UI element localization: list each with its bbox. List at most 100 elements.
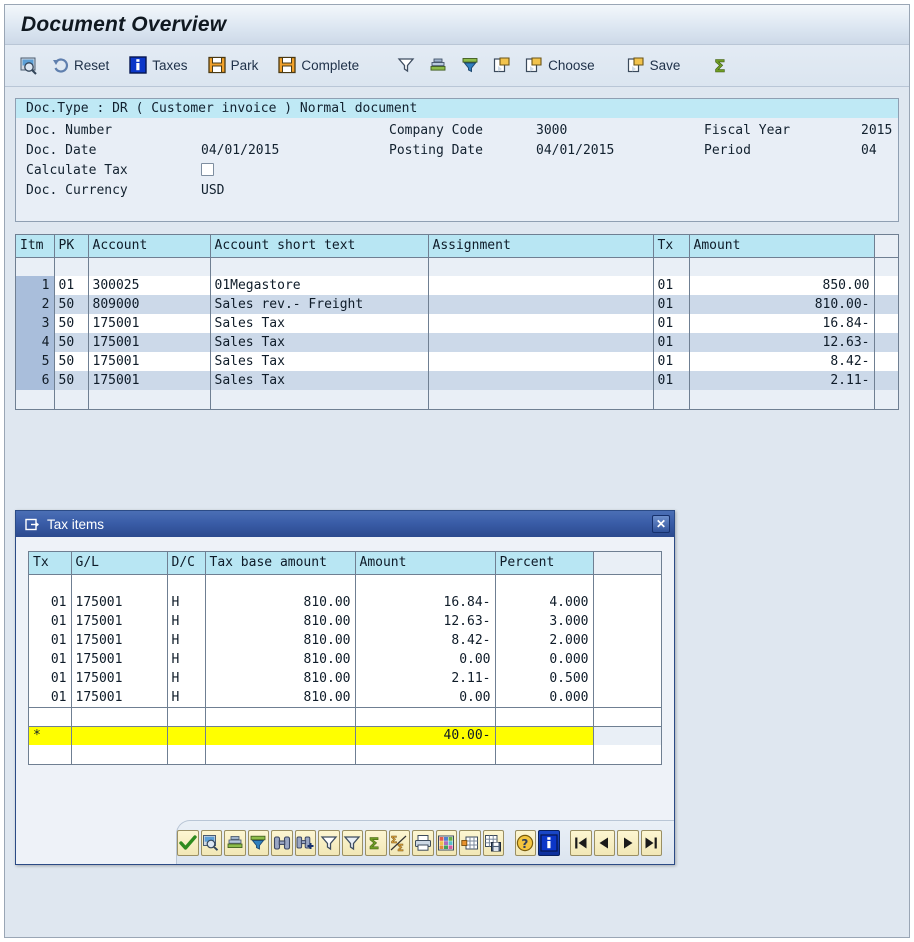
cell-pk: 01 <box>54 276 88 295</box>
tax-spacer-row-bottom <box>29 745 661 764</box>
layout-button[interactable] <box>436 830 458 856</box>
dialog-title: Tax items <box>47 517 652 532</box>
filter-button[interactable] <box>391 50 423 82</box>
find-button[interactable] <box>271 830 293 856</box>
sort-ascending-button[interactable] <box>423 50 455 82</box>
sap-document-overview-screen: Document Overview <box>0 0 914 942</box>
column-header-short-text[interactable]: Account short text <box>210 235 428 257</box>
cell-itm: 6 <box>16 371 54 390</box>
doc-currency-value[interactable]: USD <box>201 183 224 198</box>
last-page-button[interactable] <box>641 830 663 856</box>
last-page-icon <box>642 834 660 852</box>
doc-type-line: Doc.Type : DR ( Customer invoice ) Norma… <box>16 99 898 118</box>
sort-descending-button[interactable] <box>248 830 270 856</box>
table-row[interactable]: 01 175001 H 810.00 0.00 0.000 <box>29 650 661 669</box>
page-title: Document Overview <box>21 13 226 37</box>
calculate-tax-checkbox[interactable] <box>201 163 214 176</box>
svg-text:Σ: Σ <box>368 834 379 852</box>
calculate-tax-checkbox-wrap[interactable] <box>201 163 214 178</box>
print-button[interactable] <box>412 830 434 856</box>
column-header-amount[interactable]: Amount <box>355 552 495 574</box>
column-header-itm[interactable]: Itm <box>16 235 54 257</box>
help-button[interactable]: ? <box>515 830 537 856</box>
park-button[interactable]: Park <box>202 50 265 82</box>
cell-tax-base-amount: 810.00 <box>205 688 355 707</box>
column-header-percent[interactable]: Percent <box>495 552 593 574</box>
cell-filler <box>593 669 661 688</box>
doc-date-value[interactable]: 04/01/2015 <box>201 143 279 158</box>
column-header-dc[interactable]: D/C <box>167 552 205 574</box>
period-value[interactable]: 04 <box>861 143 877 158</box>
previous-page-button[interactable] <box>594 830 616 856</box>
taxes-button[interactable]: Taxes <box>123 50 193 82</box>
save-orange-icon <box>208 56 228 76</box>
question-icon: ? <box>516 834 534 852</box>
filter-button[interactable] <box>318 830 340 856</box>
table-row[interactable]: 5 50 175001 Sales Tax 01 8.42- <box>16 352 898 371</box>
posting-date-value[interactable]: 04/01/2015 <box>536 143 614 158</box>
choose-label: Choose <box>548 58 595 73</box>
totals-button[interactable]: Σ <box>706 50 738 82</box>
copy-button[interactable] <box>487 50 519 82</box>
cell-amount: 8.42- <box>689 352 874 371</box>
reset-arrow-icon <box>51 56 71 76</box>
column-header-tax-base-amount[interactable]: Tax base amount <box>205 552 355 574</box>
cell-account: 175001 <box>88 371 210 390</box>
table-row[interactable]: 2 50 809000 Sales rev.- Freight 01 810.0… <box>16 295 898 314</box>
choose-button[interactable]: Choose <box>519 50 601 82</box>
table-row[interactable]: 01 175001 H 810.00 12.63- 3.000 <box>29 612 661 631</box>
cell-short-text: Sales Tax <box>210 371 428 390</box>
company-code-value[interactable]: 3000 <box>536 123 567 138</box>
table-row[interactable]: 01 175001 H 810.00 16.84- 4.000 <box>29 593 661 612</box>
cell-gl: 175001 <box>71 593 167 612</box>
column-header-pk[interactable]: PK <box>54 235 88 257</box>
posting-date-label: Posting Date <box>389 143 483 158</box>
column-header-tx[interactable]: Tx <box>653 235 689 257</box>
close-icon[interactable]: ✕ <box>652 515 670 533</box>
find-next-button[interactable] <box>295 830 317 856</box>
cell-total-tx: * <box>29 726 71 745</box>
sort-descending-button[interactable] <box>455 50 487 82</box>
save-button[interactable]: Save <box>621 50 687 82</box>
cell-percent: 2.000 <box>495 631 593 650</box>
column-header-assignment[interactable]: Assignment <box>428 235 653 257</box>
set-filter-button[interactable] <box>342 830 364 856</box>
display-document-header-button[interactable] <box>13 50 45 82</box>
table-row[interactable]: 01 175001 H 810.00 8.42- 2.000 <box>29 631 661 650</box>
info-button[interactable] <box>538 830 560 856</box>
green-check-icon <box>179 834 197 852</box>
cell-percent: 0.000 <box>495 688 593 707</box>
table-row[interactable]: 01 175001 H 810.00 2.11- 0.500 <box>29 669 661 688</box>
cell-filler <box>874 371 898 390</box>
change-layout-button[interactable] <box>459 830 481 856</box>
total-button[interactable]: Σ <box>365 830 387 856</box>
column-header-tx[interactable]: Tx <box>29 552 71 574</box>
table-row[interactable]: 4 50 175001 Sales Tax 01 12.63- <box>16 333 898 352</box>
cell-dc: H <box>167 631 205 650</box>
cell-filler <box>874 314 898 333</box>
table-row[interactable]: 6 50 175001 Sales Tax 01 2.11- <box>16 371 898 390</box>
column-header-gl[interactable]: G/L <box>71 552 167 574</box>
reset-button[interactable]: Reset <box>45 50 115 82</box>
table-row[interactable]: 1 01 300025 01Megastore 01 850.00 <box>16 276 898 295</box>
table-row[interactable]: 3 50 175001 Sales Tax 01 16.84- <box>16 314 898 333</box>
sigma-icon: Σ <box>712 56 732 76</box>
first-page-button[interactable] <box>570 830 592 856</box>
column-header-account[interactable]: Account <box>88 235 210 257</box>
complete-button[interactable]: Complete <box>272 50 365 82</box>
continue-button[interactable] <box>177 830 199 856</box>
save-layout-button[interactable] <box>483 830 505 856</box>
grid-minus-icon <box>461 834 479 852</box>
complete-label: Complete <box>301 58 359 73</box>
subtotal-button[interactable]: Σ Σ <box>389 830 411 856</box>
reset-label: Reset <box>74 58 109 73</box>
cell-pk: 50 <box>54 333 88 352</box>
cell-itm: 5 <box>16 352 54 371</box>
table-row[interactable]: 01 175001 H 810.00 0.00 0.000 <box>29 688 661 707</box>
column-header-amount[interactable]: Amount <box>689 235 874 257</box>
sort-ascending-button[interactable] <box>224 830 246 856</box>
dialog-title-bar[interactable]: Tax items ✕ <box>16 511 674 537</box>
next-page-button[interactable] <box>617 830 639 856</box>
display-detail-button[interactable] <box>201 830 223 856</box>
fiscal-year-value[interactable]: 2015 <box>861 123 892 138</box>
